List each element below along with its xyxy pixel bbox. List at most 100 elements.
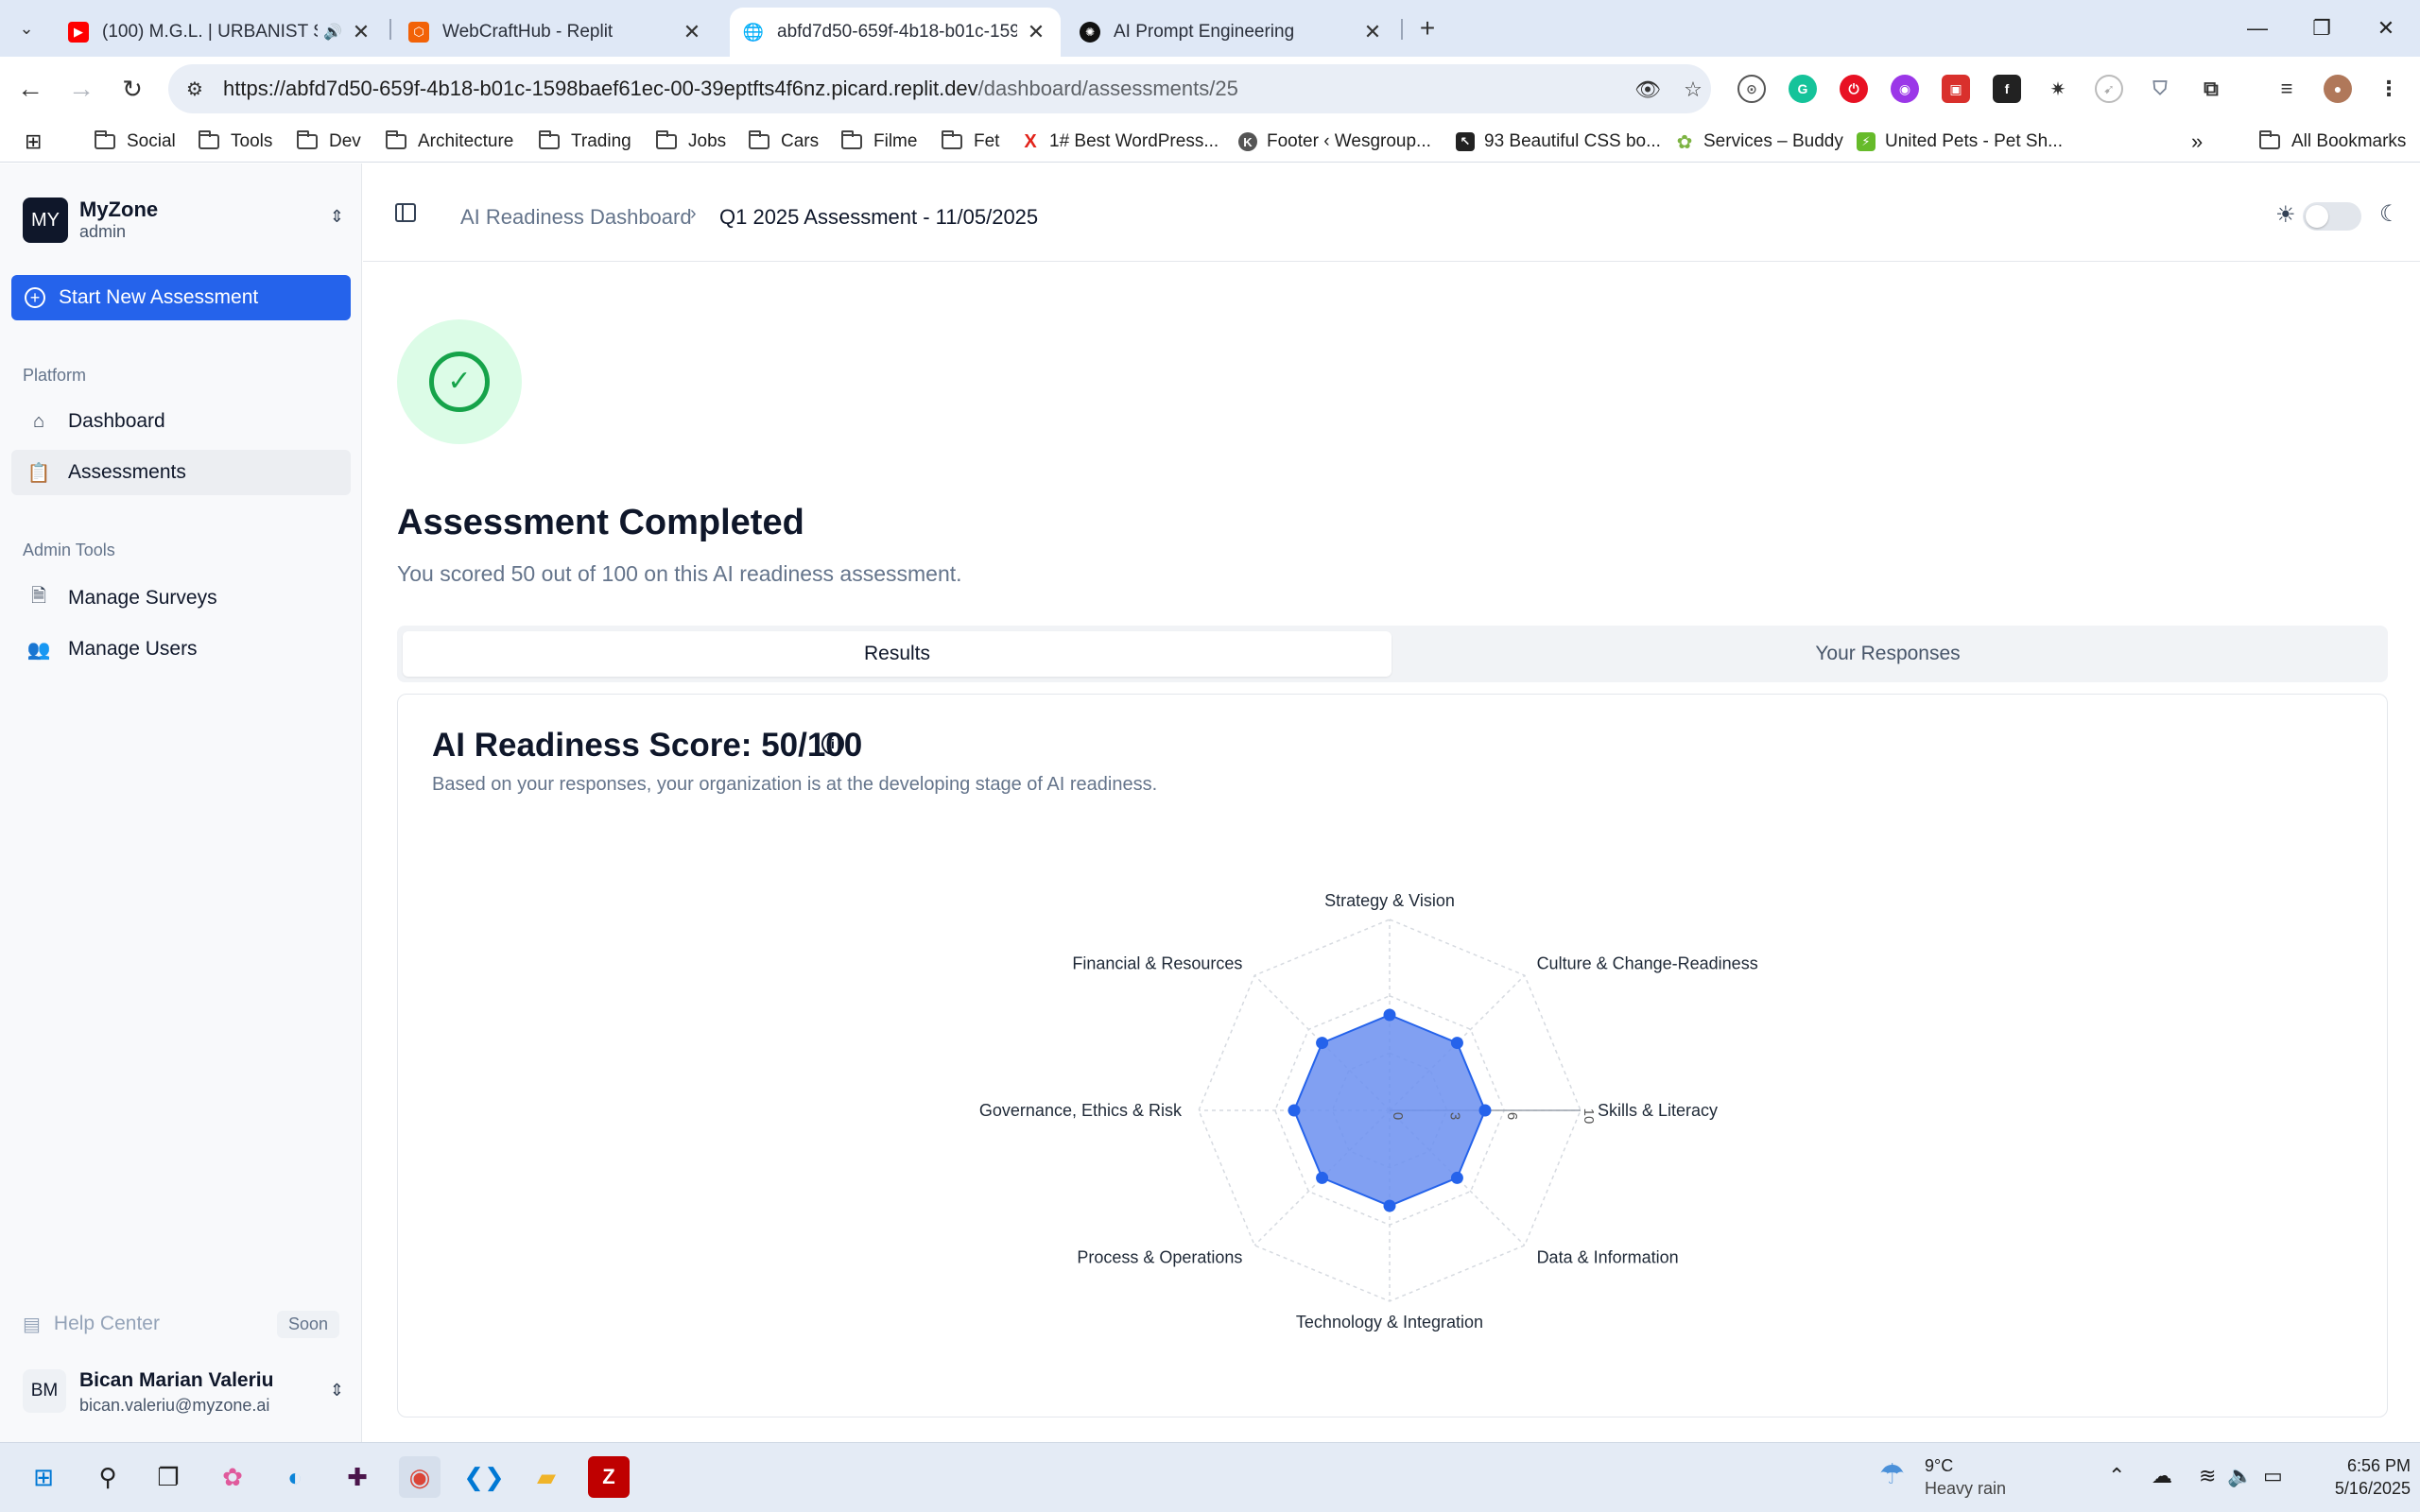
help-center-item[interactable]: ▤ Help Center Soon [11, 1303, 347, 1345]
bookmark-buddy[interactable]: ✿ Services – Buddy [1675, 129, 1843, 155]
eye-icon[interactable]: 👁 [1634, 76, 1662, 104]
system-clock[interactable]: 6:56 PM 5/16/2025 [2307, 1454, 2411, 1500]
more-bookmarks-chevron-icon[interactable]: » [2191, 129, 2203, 155]
theme-toggle-switch[interactable] [2303, 202, 2361, 231]
sidebar-item-manage-users[interactable]: 👥 Manage Users [11, 627, 351, 672]
address-bar[interactable]: ⚙ https://abfd7d50-659f-4b18-b01c-1598ba… [168, 64, 1711, 113]
bookmark-label: Tools [231, 131, 273, 151]
address-url[interactable]: https://abfd7d50-659f-4b18-b01c-1598baef… [223, 77, 1238, 101]
media-queue-icon[interactable]: ≡ [2273, 75, 2301, 103]
bug-icon[interactable]: ✷ [2044, 75, 2072, 103]
bookmark-folder-architecture[interactable]: Architecture [386, 129, 513, 155]
radar-data-point [1316, 1037, 1329, 1050]
close-tab-icon[interactable]: ✕ [681, 20, 703, 44]
minimize-icon[interactable]: — [2229, 9, 2286, 47]
bookmark-folder-cars[interactable]: Cars [749, 129, 819, 155]
file-text-icon: 🗎 [30, 586, 47, 607]
file-explorer-icon[interactable]: ▰ [526, 1456, 567, 1498]
compass-icon[interactable]: ➹ [2095, 75, 2123, 103]
start-new-assessment-button[interactable]: + Start New Assessment [11, 275, 351, 320]
vscode-icon[interactable]: ❮❯ [463, 1456, 505, 1498]
radar-category-label: Culture & Change-Readiness [1537, 954, 1758, 972]
slack-icon[interactable]: ✚ [337, 1456, 378, 1498]
breadcrumb-parent[interactable]: AI Readiness Dashboard [460, 205, 692, 230]
copilot-icon[interactable]: ✿ [212, 1456, 253, 1498]
breadcrumb-current: Q1 2025 Assessment - 11/05/2025 [719, 205, 1039, 229]
reload-icon[interactable]: ↻ [113, 70, 151, 108]
radar-category-label: Data & Information [1537, 1248, 1679, 1267]
soon-badge: Soon [276, 1311, 339, 1338]
search-icon[interactable]: ⚲ [87, 1456, 129, 1498]
font-ninja-icon[interactable]: f [1993, 75, 2021, 103]
profile-avatar-icon[interactable]: ● [2324, 75, 2352, 103]
extension-red-icon[interactable]: ⏻ [1840, 75, 1868, 103]
tab-search-chevron-icon[interactable]: ⌄ [11, 13, 42, 43]
wifi-icon[interactable]: ≋ [2199, 1464, 2216, 1488]
close-tab-icon[interactable]: ✕ [350, 20, 372, 44]
browser-tab-youtube[interactable]: ▶ (100) M.G.L. | URBANIST SE 🔊 ✕ [55, 8, 386, 57]
site-settings-icon[interactable]: ⚙ [182, 76, 208, 102]
close-window-icon[interactable]: ✕ [2358, 9, 2414, 47]
score-summary: You scored 50 out of 100 on this AI read… [397, 561, 962, 586]
forward-arrow-icon[interactable]: → [62, 70, 100, 108]
extension-red-square-icon[interactable]: ▣ [1942, 75, 1970, 103]
x-logo-icon: X [1021, 131, 1040, 152]
bookmark-folder-trading[interactable]: Trading [539, 129, 631, 155]
browser-tab-active[interactable]: 🌐 abfd7d50-659f-4b18-b01c-159 ✕ [730, 8, 1061, 57]
bookmark-wordpress[interactable]: X 1# Best WordPress... [1021, 129, 1219, 155]
sidebar-item-label: Manage Users [68, 638, 198, 660]
bookmark-star-icon[interactable]: ☆ [1679, 76, 1707, 104]
sidebar-item-manage-surveys[interactable]: 🗎 Manage Surveys [11, 576, 351, 621]
cursor-logo-icon: ↖ [1456, 132, 1475, 151]
bookmark-css[interactable]: ↖ 93 Beautiful CSS bo... [1456, 129, 1661, 155]
back-arrow-icon[interactable]: ← [11, 70, 49, 108]
filezilla-icon[interactable]: Z [588, 1456, 630, 1498]
bookmarks-bar: ⊞ Social Tools Dev Architecture Trading … [0, 121, 2420, 163]
kebab-menu-icon[interactable]: ⋮ [2375, 75, 2403, 103]
puzzle-extensions-icon[interactable]: ⧉ [2197, 75, 2225, 103]
battery-icon[interactable]: ▭ [2263, 1464, 2283, 1488]
task-view-icon[interactable]: ❐ [147, 1456, 189, 1498]
new-tab-plus-icon[interactable]: + [1412, 13, 1443, 43]
chrome-icon[interactable]: ◉ [399, 1456, 441, 1498]
speaker-icon[interactable]: 🔊 [323, 23, 342, 42]
extension-icon[interactable]: ⊙ [1737, 75, 1766, 103]
edge-icon[interactable]: ◐ [274, 1456, 316, 1498]
bookmark-label: Dev [329, 131, 361, 151]
tray-chevron-up-icon[interactable]: ⌃ [2108, 1464, 2125, 1488]
all-bookmarks-folder[interactable]: All Bookmarks [2259, 129, 2406, 155]
windows-taskbar: ⊞ ⚲ ❐ ✿ ◐ ✚ ◉ ❮❯ ▰ Z ☂ 9°C Heavy rain ⌃ … [0, 1442, 2420, 1512]
bookmark-folder-fet[interactable]: Fet [942, 129, 999, 155]
user-menu[interactable]: BM Bican Marian Valeriu bican.valeriu@my… [23, 1364, 344, 1420]
tab-your-responses[interactable]: Your Responses [1393, 631, 2382, 677]
volume-icon[interactable]: 🔈 [2227, 1464, 2253, 1488]
sidebar-item-assessments[interactable]: 📋 Assessments [11, 450, 351, 495]
folder-icon [297, 130, 318, 149]
sidebar-toggle-icon[interactable] [395, 203, 416, 222]
color-picker-icon[interactable]: ◉ [1891, 75, 1919, 103]
apps-grid-icon[interactable]: ⊞ [25, 129, 42, 155]
org-switcher[interactable]: MY MyZone admin ⇕ [23, 194, 344, 247]
bookmark-united-pets[interactable]: ⚡ United Pets - Pet Sh... [1857, 129, 2063, 155]
tab-results[interactable]: Results [403, 631, 1392, 677]
onedrive-cloud-icon[interactable]: ☁ [2152, 1464, 2172, 1488]
bookmark-folder-dev[interactable]: Dev [297, 129, 361, 155]
close-tab-icon[interactable]: ✕ [1025, 20, 1047, 44]
close-tab-icon[interactable]: ✕ [1361, 20, 1384, 44]
browser-tab-replit[interactable]: ⬡ WebCraftHub - Replit ✕ [395, 8, 717, 57]
paw-icon: ✿ [1675, 131, 1694, 153]
bookmark-folder-jobs[interactable]: Jobs [656, 129, 726, 155]
user-email: bican.valeriu@myzone.ai [79, 1396, 270, 1415]
restore-icon[interactable]: ❐ [2293, 9, 2350, 47]
radar-tick-label: 0 [1390, 1112, 1406, 1120]
moon-icon: ☾ [2379, 201, 2400, 227]
grammarly-icon[interactable]: G [1789, 75, 1817, 103]
browser-tab-openai[interactable]: ✺ AI Prompt Engineering ✕ [1066, 8, 1397, 57]
bookmark-folder-filme[interactable]: Filme [841, 129, 917, 155]
bookmark-footer[interactable]: K Footer ‹ Wesgroup... [1238, 129, 1431, 155]
bookmark-folder-tools[interactable]: Tools [199, 129, 272, 155]
shield-icon[interactable]: ⛉ [2146, 75, 2174, 103]
sidebar-item-dashboard[interactable]: ⌂ Dashboard [11, 399, 351, 444]
bookmark-folder-social[interactable]: Social [95, 129, 176, 155]
windows-start-icon[interactable]: ⊞ [23, 1456, 64, 1498]
